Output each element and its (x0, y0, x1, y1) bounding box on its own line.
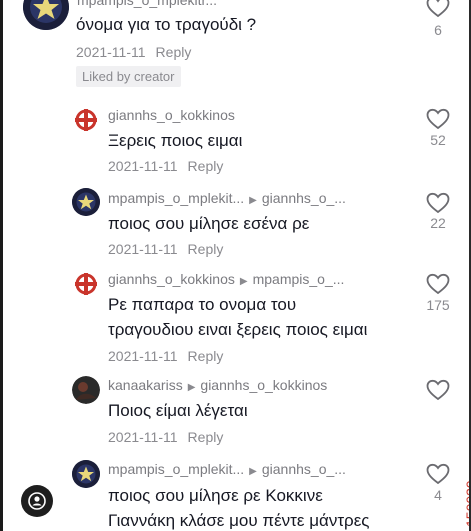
reply-to-username[interactable]: giannhs_o_... (262, 461, 346, 477)
comment-text: ποιος σου μίλησε εσένα ρε (108, 214, 310, 233)
comment-date: 2021-11-11 (108, 241, 178, 257)
reply-button[interactable]: Reply (188, 429, 224, 445)
reply-arrow-icon: ▶ (249, 195, 257, 206)
reply-arrow-icon: ▶ (239, 276, 248, 287)
comment-text-line: τραγουδιου ειναι ξερεις ποιος ειμαι (108, 320, 368, 339)
comment-meta: 2021-11-11 Reply (108, 158, 223, 174)
watermark-text: 150039 (463, 480, 471, 527)
comment-text: Ξερεις ποιος ειμαι (108, 131, 243, 150)
comment-username[interactable]: mpampis_o_mplekitr... (77, 0, 217, 8)
username-text[interactable]: mpampis_o_mplekit... (108, 461, 244, 477)
profile-fab-icon[interactable] (21, 485, 53, 517)
like-count: 52 (430, 132, 446, 148)
comment-meta: 2021-11-11 Reply (108, 429, 223, 445)
username-text[interactable]: mpampis_o_mplekit... (108, 190, 244, 206)
liked-by-creator-badge: Liked by creator (76, 66, 181, 87)
like-count: 6 (434, 22, 442, 38)
reply-button[interactable]: Reply (188, 241, 224, 257)
red-logo-avatar-icon[interactable] (72, 106, 100, 134)
comment-meta: 2021-11-11 Reply (108, 241, 223, 257)
reply-arrow-icon: ▶ (249, 466, 257, 477)
star-avatar-icon[interactable] (72, 188, 100, 216)
user-avatar[interactable] (72, 376, 100, 404)
reply-button[interactable]: Reply (156, 44, 192, 60)
reply-to-username[interactable]: giannhs_o_... (262, 190, 346, 206)
heart-outline-icon[interactable] (426, 108, 450, 130)
red-logo-avatar-icon[interactable] (72, 270, 100, 298)
comment-username[interactable]: giannhs_o_kokkinos (108, 107, 235, 123)
heart-outline-icon[interactable] (426, 379, 450, 401)
comment-text-line: ποιος σου μίλησε ρε Κοκκινε (108, 486, 323, 505)
comments-panel: mpampis_o_mplekitr... όνομα για το τραγο… (0, 0, 471, 531)
reply-arrow-icon: ▶ (187, 382, 196, 393)
username-text[interactable]: kanaakariss (108, 377, 183, 393)
comment-date: 2021-11-11 (108, 429, 178, 445)
comment-username[interactable]: giannhs_o_kokkinos ▶ mpampis_o_... (108, 271, 344, 287)
comment-username[interactable]: mpampis_o_mplekit... ▶ giannhs_o_... (108, 461, 346, 477)
comment-date: 2021-11-11 (108, 158, 178, 174)
heart-outline-icon[interactable] (426, 273, 450, 295)
comment-date: 2021-11-11 (108, 348, 178, 364)
comment-text-line: Ρε παπαρα το ονομα του (108, 295, 297, 314)
comment-meta: 2021-11-11 Reply (76, 44, 191, 60)
username-text[interactable]: giannhs_o_kokkinos (108, 271, 235, 287)
heart-outline-icon[interactable] (426, 0, 450, 18)
reply-button[interactable]: Reply (188, 158, 224, 174)
heart-outline-icon[interactable] (426, 463, 450, 485)
star-avatar-icon[interactable] (23, 0, 69, 30)
watermark: 150039 (449, 452, 469, 527)
reply-to-username[interactable]: mpampis_o_... (253, 271, 345, 287)
comment-date: 2021-11-11 (76, 44, 146, 60)
like-count: 175 (426, 297, 450, 313)
comment-text: Ποιος είμαι λέγεται (108, 401, 248, 420)
star-avatar-icon[interactable] (72, 460, 100, 488)
like-count: 22 (430, 215, 446, 231)
comment-username[interactable]: mpampis_o_mplekit... ▶ giannhs_o_... (108, 190, 346, 206)
reply-button[interactable]: Reply (188, 348, 224, 364)
comment-text: όνομα για το τραγούδι ? (76, 15, 257, 34)
reply-to-username[interactable]: giannhs_o_kokkinos (200, 377, 327, 393)
heart-outline-icon[interactable] (426, 192, 450, 214)
comment-meta: 2021-11-11 Reply (108, 348, 223, 364)
comment-username[interactable]: kanaakariss ▶ giannhs_o_kokkinos (108, 377, 327, 393)
comment-text-line: Γιαννάκη κλάσε μου πέντε μάντρες (108, 511, 370, 530)
